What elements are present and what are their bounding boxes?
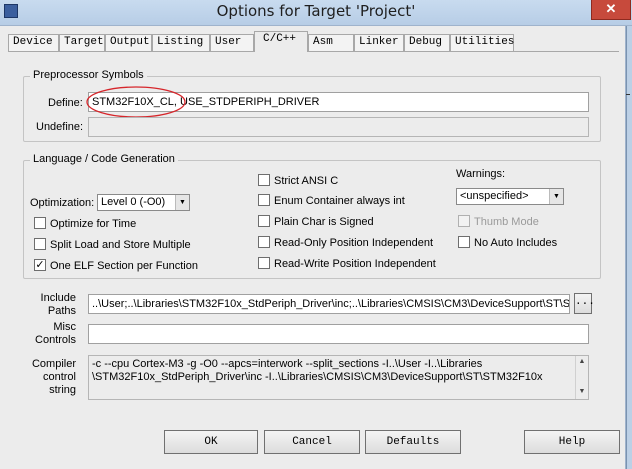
plain-char-checkbox[interactable] [258, 215, 270, 227]
include-paths-label: Include Paths [40, 292, 76, 317]
one-elf-label: One ELF Section per Function [50, 260, 198, 272]
rw-pi-checkbox[interactable] [258, 257, 270, 269]
no-auto-includes-checkbox[interactable] [458, 236, 470, 248]
split-load-label: Split Load and Store Multiple [50, 239, 191, 251]
undefine-label: Undefine: [36, 121, 84, 133]
tab-baseline [8, 51, 619, 52]
scroll-up-icon[interactable]: ▲ [578, 358, 586, 366]
enum-int-label: Enum Container always int [274, 195, 405, 207]
language-group-title: Language / Code Generation [30, 153, 178, 165]
tab-user[interactable]: User [210, 34, 254, 51]
compiler-control-textarea[interactable]: -c --cpu Cortex-M3 -g -O0 --apcs=interwo… [88, 355, 589, 400]
tab-utilities[interactable]: Utilities [450, 34, 514, 51]
include-paths-input[interactable]: ..\User;..\Libraries\STM32F10x_StdPeriph… [88, 294, 570, 314]
tab-cc[interactable]: C/C++ [254, 31, 308, 52]
one-elf-checkbox[interactable]: ✓ [34, 259, 46, 271]
optimize-time-label: Optimize for Time [50, 218, 137, 230]
split-load-checkbox[interactable] [34, 238, 46, 250]
warnings-select[interactable]: <unspecified> ▼ [456, 188, 564, 205]
chevron-down-icon: ▼ [175, 195, 189, 210]
scroll-down-icon[interactable]: ▼ [578, 388, 586, 396]
tab-listing[interactable]: Listing [152, 34, 210, 51]
no-auto-includes-label: No Auto Includes [474, 237, 558, 249]
strict-ansi-label: Strict ANSI C [274, 175, 339, 187]
window-border [627, 26, 632, 469]
optimization-select[interactable]: Level 0 (-O0) ▼ [97, 194, 190, 211]
compiler-control-label: Compiler control string [31, 358, 76, 396]
title-bar: Options for Target 'Project' ✕ [0, 0, 632, 26]
close-icon: ✕ [605, 1, 617, 16]
tab-linker[interactable]: Linker [354, 34, 404, 51]
tab-bar: Device Target Output Listing User C/C++ … [8, 31, 619, 52]
close-button[interactable]: ✕ [591, 0, 631, 20]
cancel-button[interactable]: Cancel [264, 430, 360, 454]
tab-device[interactable]: Device [8, 34, 59, 51]
tab-target[interactable]: Target [59, 34, 105, 51]
ok-button[interactable]: OK [164, 430, 258, 454]
thumb-mode-checkbox[interactable] [458, 215, 470, 227]
help-button[interactable]: Help [524, 430, 620, 454]
misc-controls-label: Misc Controls [35, 321, 76, 346]
enum-int-checkbox[interactable] [258, 194, 270, 206]
optimization-label: Optimization: [30, 197, 95, 209]
window-title: Options for Target 'Project' [216, 2, 416, 20]
checkmark-icon: ✓ [35, 259, 45, 271]
chevron-down-icon: ▼ [549, 189, 563, 204]
defaults-button[interactable]: Defaults [365, 430, 461, 454]
undefine-input[interactable] [88, 117, 589, 137]
tab-asm[interactable]: Asm [308, 34, 354, 51]
tab-debug[interactable]: Debug [404, 34, 450, 51]
compiler-control-scrollbar[interactable]: ▲ ▼ [575, 356, 588, 399]
ro-pi-checkbox[interactable] [258, 236, 270, 248]
define-highlight-ellipse [86, 86, 186, 118]
border-mark [626, 94, 630, 95]
preprocessor-group-title: Preprocessor Symbols [30, 69, 147, 81]
thumb-mode-label: Thumb Mode [474, 216, 539, 228]
tab-output[interactable]: Output [105, 34, 152, 51]
misc-controls-input[interactable] [88, 324, 589, 344]
include-paths-browse-button[interactable]: ... [574, 293, 595, 314]
rw-pi-label: Read-Write Position Independent [274, 258, 436, 270]
plain-char-label: Plain Char is Signed [274, 216, 374, 228]
define-label: Define: [48, 97, 83, 109]
strict-ansi-checkbox[interactable] [258, 174, 270, 186]
optimize-time-checkbox[interactable] [34, 217, 46, 229]
warnings-label: Warnings: [456, 168, 506, 180]
ro-pi-label: Read-Only Position Independent [274, 237, 433, 249]
